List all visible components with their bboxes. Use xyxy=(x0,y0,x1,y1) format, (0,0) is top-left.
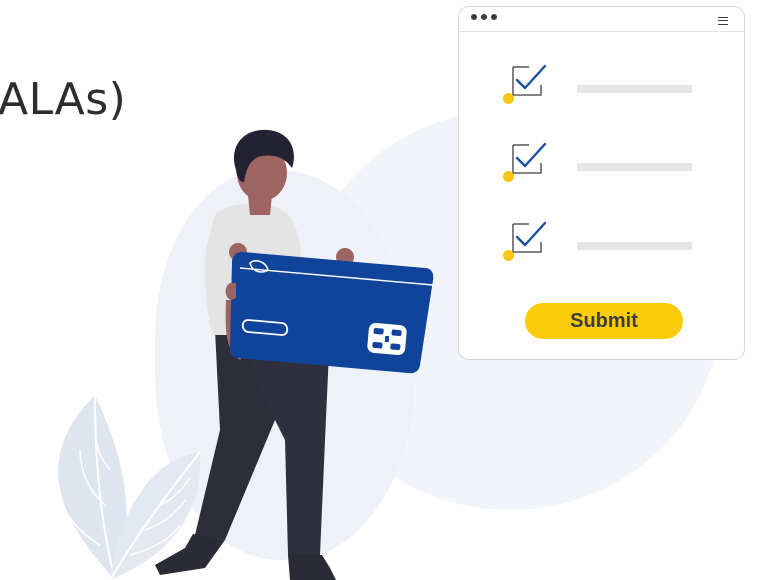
submit-button[interactable]: Submit xyxy=(525,303,683,339)
bullet-dot xyxy=(503,250,514,261)
bullet-dot xyxy=(503,171,514,182)
window-dot-icon xyxy=(481,14,487,20)
placeholder-line xyxy=(577,85,692,93)
bullet-dot xyxy=(503,93,514,104)
checklist-item[interactable] xyxy=(459,141,744,182)
checkbox-checked-icon[interactable] xyxy=(511,220,547,254)
hamburger-menu-icon[interactable] xyxy=(718,17,728,25)
checkmark-icon xyxy=(515,221,547,247)
credit-card-icon xyxy=(229,251,434,374)
window-dot-icon xyxy=(471,14,477,20)
checklist-item[interactable] xyxy=(459,63,744,104)
checkbox-checked-icon[interactable] xyxy=(511,63,547,97)
checkmark-icon xyxy=(515,64,547,90)
right-shoe xyxy=(288,555,336,580)
placeholder-line xyxy=(577,242,692,250)
placeholder-line xyxy=(577,163,692,171)
checkbox-checked-icon[interactable] xyxy=(511,141,547,175)
window-title-bar xyxy=(459,7,744,32)
window-controls xyxy=(471,14,497,20)
checklist-item[interactable] xyxy=(459,220,744,261)
checkmark-icon xyxy=(515,142,547,168)
form-window: Submit xyxy=(458,6,745,360)
window-dot-icon xyxy=(491,14,497,20)
